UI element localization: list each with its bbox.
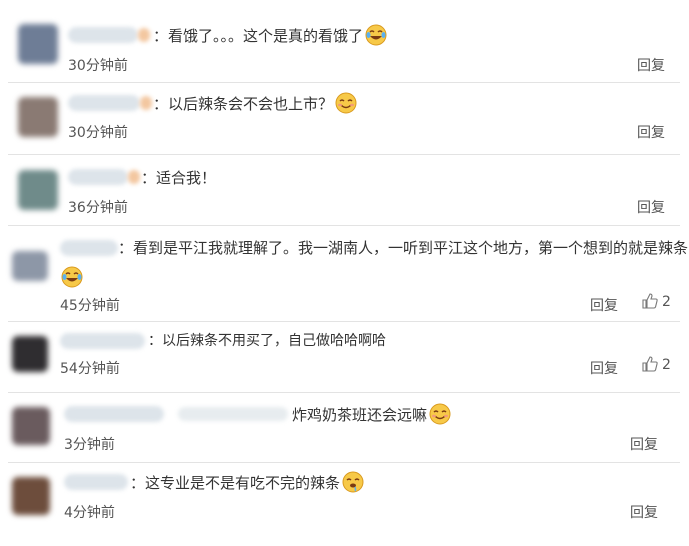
username[interactable]	[60, 333, 145, 349]
username[interactable]	[64, 474, 128, 490]
username[interactable]	[64, 406, 164, 422]
username[interactable]	[60, 240, 118, 256]
comment-item: 炸鸡奶茶班还会远嘛 3分钟前 回复	[0, 393, 689, 461]
comment-item: ：以后辣条不用买了，自己做哈哈啊哈 54分钟前 回复 2	[0, 322, 689, 397]
smile-emoji-icon	[335, 92, 357, 114]
comment-time: 45分钟前	[60, 298, 120, 314]
comment-time: 36分钟前	[68, 200, 128, 216]
reply-button[interactable]: 回复	[590, 358, 618, 378]
like-count: 2	[662, 294, 671, 310]
comment-text: ：以后辣条不用买了，自己做哈哈啊哈	[148, 333, 386, 349]
reply-button[interactable]: 回复	[590, 295, 618, 315]
comment-time: 54分钟前	[60, 361, 120, 377]
laugh-cry-emoji-icon	[365, 24, 387, 46]
avatar[interactable]	[12, 407, 50, 445]
thumbs-up-icon	[642, 293, 658, 309]
avatar[interactable]	[18, 170, 58, 210]
comment-text: 炸鸡奶茶班还会远嘛	[292, 403, 451, 426]
comment-text: ：看到是平江我就理解了。我一湖南人，一听到平江这个地方，第一个想到的就是辣条	[118, 239, 689, 257]
avatar[interactable]	[18, 24, 58, 64]
avatar[interactable]	[12, 336, 48, 372]
comment-text: ：以后辣条会不会也上市？	[153, 92, 357, 115]
comment-item: ：以后辣条会不会也上市？ 30分钟前 回复	[0, 83, 689, 153]
username-extra	[178, 407, 288, 421]
user-badge-icon	[140, 96, 152, 110]
drool-emoji-icon	[342, 471, 364, 493]
reply-button[interactable]: 回复	[637, 197, 665, 217]
like-button[interactable]: 2	[642, 356, 671, 373]
comment-text: ：适合我！	[141, 169, 217, 187]
comment-time: 3分钟前	[64, 437, 115, 453]
like-button[interactable]: 2	[642, 293, 671, 310]
laugh-cry-emoji-icon	[61, 266, 83, 288]
thumbs-up-icon	[642, 356, 658, 372]
comment-time: 4分钟前	[64, 505, 115, 521]
user-badge-icon	[128, 170, 140, 184]
reply-button[interactable]: 回复	[637, 122, 665, 142]
comment-item: ：这专业是不是有吃不完的辣条 4分钟前 回复	[0, 463, 689, 533]
reply-button[interactable]: 回复	[630, 502, 658, 522]
comment-text: ：这专业是不是有吃不完的辣条	[130, 471, 364, 494]
comment-item: ：看饿了。。。这个是真的看饿了 30分钟前 回复	[0, 0, 689, 80]
user-badge-icon	[138, 28, 150, 42]
avatar[interactable]	[12, 251, 48, 281]
username[interactable]	[68, 27, 138, 43]
avatar[interactable]	[18, 97, 58, 137]
username[interactable]	[68, 95, 140, 111]
reply-button[interactable]: 回复	[630, 434, 658, 454]
like-count: 2	[662, 357, 671, 373]
smile-emoji-icon	[429, 403, 451, 425]
username[interactable]	[68, 169, 128, 185]
comment-time: 30分钟前	[68, 58, 128, 74]
reply-button[interactable]: 回复	[637, 55, 665, 75]
comment-item: ：看到是平江我就理解了。我一湖南人，一听到平江这个地方，第一个想到的就是辣条 4…	[0, 226, 689, 321]
comment-text: ：看饿了。。。这个是真的看饿了	[153, 24, 387, 47]
comment-time: 30分钟前	[68, 125, 128, 141]
comment-item: ：适合我！ 36分钟前 回复	[0, 155, 689, 225]
avatar[interactable]	[12, 477, 50, 515]
